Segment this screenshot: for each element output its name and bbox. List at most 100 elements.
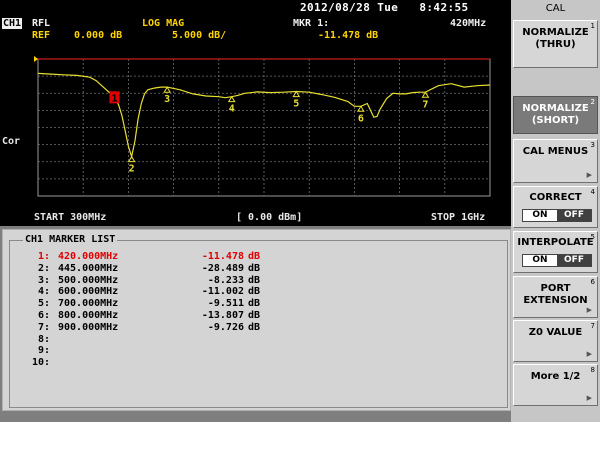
marker-triangle-icon bbox=[292, 90, 301, 98]
channel-label[interactable]: CH1 bbox=[2, 18, 23, 29]
marker-value: -11.478 dB bbox=[318, 30, 379, 41]
marker-list-panel: 1: 420.000MHz -11.478 dB 2: 445.000MHz -28.489… bbox=[2, 229, 511, 411]
on-off-toggle[interactable]: ON OFF bbox=[522, 209, 592, 222]
marker-list-row: 5: 700.000MHz -9.511 dB bbox=[10, 298, 500, 310]
marker-level: -9.511 bbox=[207, 298, 244, 310]
softkey-3[interactable]: CAL MENUS 3 ▶ bbox=[513, 139, 598, 183]
trace-panel: 1 2 3 4 5 6 7 Cor bbox=[0, 44, 511, 224]
trace-marker-3: 3 bbox=[163, 86, 172, 105]
status-bar: 2012/08/28 Tue 8:42:55 bbox=[0, 0, 511, 17]
marker-list-row: 8: bbox=[10, 334, 500, 346]
softkey-4[interactable]: CORRECT 4 ON OFF bbox=[513, 186, 598, 228]
marker-set: 1 2 3 4 5 6 7 bbox=[109, 86, 430, 175]
toggle-on-label: ON bbox=[523, 255, 557, 266]
softkey-8[interactable]: More 1/2 8 ▶ bbox=[513, 364, 598, 406]
trace-header: CH1 RFL LOG MAG MKR 1: 420MHz REF 0.000 … bbox=[0, 17, 511, 44]
marker-number: 7 bbox=[422, 99, 428, 110]
graticule bbox=[37, 58, 491, 197]
softkey-number: 4 bbox=[590, 188, 595, 196]
softkey-label: PORT EXTENSION bbox=[523, 283, 588, 306]
marker-frequency: 700.000MHz bbox=[58, 298, 119, 310]
source-power: [ 0.00 dBm] bbox=[236, 212, 303, 223]
softkey-label: NORMALIZE (THRU) bbox=[522, 27, 589, 50]
softkey-5[interactable]: INTERPOLATE 5 ON OFF bbox=[513, 231, 598, 273]
start-frequency: START 300MHz bbox=[34, 212, 107, 223]
softkey-panel: CAL NORMALIZE (THRU) 1 NORMALIZE (SHORT) 2 C… bbox=[511, 0, 600, 422]
marker-level: -8.233 bbox=[207, 274, 244, 286]
marker-index: 9: bbox=[37, 345, 50, 357]
sweep-footer: START 300MHz [ 0.00 dBm] STOP 1GHz bbox=[0, 212, 511, 226]
softkey-number: 7 bbox=[590, 322, 595, 330]
toggle-off-label: OFF bbox=[557, 255, 591, 266]
marker-level: -11.478 bbox=[201, 251, 244, 262]
marker-number: 1 bbox=[111, 93, 117, 104]
submenu-arrow-icon: ▶ bbox=[586, 350, 592, 358]
softkey-number: 5 bbox=[590, 233, 595, 241]
softkey-label: Z0 VALUE bbox=[528, 327, 583, 338]
reference-label: REF bbox=[32, 30, 51, 41]
softkey-6[interactable]: PORT EXTENSION 6 ▶ bbox=[513, 276, 598, 318]
toggle-off-label: OFF bbox=[557, 210, 591, 221]
marker-frequency: 600.000MHz bbox=[58, 286, 119, 298]
marker-number: 6 bbox=[358, 113, 364, 124]
marker-triangle-icon bbox=[127, 155, 136, 163]
marker-unit: dB bbox=[248, 262, 261, 274]
softkey-2[interactable]: NORMALIZE (SHORT) 2 bbox=[513, 96, 598, 134]
marker-number: 4 bbox=[229, 104, 235, 115]
softkey-7[interactable]: Z0 VALUE 7 ▶ bbox=[513, 320, 598, 362]
format-type-label: RFL bbox=[32, 18, 51, 29]
marker-number: 5 bbox=[293, 99, 299, 110]
marker-index: 5: bbox=[37, 298, 50, 310]
marker-unit: dB bbox=[248, 286, 261, 298]
softkey-menu-title: CAL bbox=[545, 3, 566, 14]
on-off-toggle[interactable]: ON OFF bbox=[522, 254, 592, 267]
marker-list-frame: 1: 420.000MHz -11.478 dB 2: 445.000MHz -28.489… bbox=[9, 240, 508, 408]
marker-level: -9.726 bbox=[207, 321, 244, 333]
marker-level: -28.489 bbox=[201, 262, 244, 274]
stop-frequency: STOP 1GHz bbox=[431, 212, 486, 223]
marker-unit: dB bbox=[248, 298, 261, 310]
marker-index: 3: bbox=[37, 274, 50, 286]
datetime-readout: 2012/08/28 Tue 8:42:55 bbox=[300, 1, 469, 14]
softkey-number: 8 bbox=[590, 366, 595, 374]
marker-index: 10: bbox=[31, 357, 50, 369]
softkey-number: 2 bbox=[590, 98, 595, 106]
analyzer-screen: 2012/08/28 Tue 8:42:55 CH1 RFL LOG MAG M… bbox=[0, 0, 600, 422]
trace-marker-6: 6 bbox=[356, 105, 365, 124]
marker-frequency: 445.000MHz bbox=[58, 262, 119, 274]
marker-number: 3 bbox=[164, 94, 170, 105]
marker-list-row: 4: 600.000MHz -11.002 dB bbox=[10, 286, 500, 298]
marker-list-title: CH1 MARKER LIST bbox=[23, 234, 118, 245]
reference-arrow-icon bbox=[34, 56, 38, 62]
marker-index: 1: bbox=[37, 251, 50, 262]
softkey-label: CAL MENUS bbox=[522, 146, 589, 157]
marker-unit: dB bbox=[248, 251, 261, 262]
marker-list-row: 9: bbox=[10, 345, 500, 357]
marker-frequency: 500.000MHz bbox=[58, 274, 119, 286]
marker-level: -13.807 bbox=[201, 310, 244, 321]
marker-index: 4: bbox=[37, 286, 50, 298]
marker-unit: dB bbox=[248, 321, 261, 333]
marker-frequency: 420MHz bbox=[450, 18, 487, 29]
marker-list-row: 7: 900.000MHz -9.726 dB bbox=[10, 322, 500, 334]
softkey-label: CORRECT bbox=[529, 192, 582, 203]
trace-marker-7: 7 bbox=[421, 91, 430, 110]
marker-unit: dB bbox=[248, 274, 261, 286]
softkey-number: 1 bbox=[590, 22, 595, 30]
trace-marker-2: 2 bbox=[127, 155, 136, 175]
trace-plot: 1 2 3 4 5 6 7 Cor bbox=[2, 56, 491, 197]
softkey-label: INTERPOLATE bbox=[517, 237, 594, 248]
marker-triangle-icon bbox=[356, 105, 365, 112]
softkey-1[interactable]: NORMALIZE (THRU) 1 bbox=[513, 20, 598, 68]
marker-level: -11.002 bbox=[201, 286, 244, 298]
marker-number: 2 bbox=[129, 164, 135, 175]
marker-list-row: 6: 800.000MHz -13.807 dB bbox=[10, 310, 500, 322]
submenu-arrow-icon: ▶ bbox=[586, 394, 592, 402]
softkey-number: 3 bbox=[590, 141, 595, 149]
reference-value: 0.000 dB bbox=[74, 30, 123, 41]
trace-marker-5: 5 bbox=[292, 90, 301, 110]
marker-frequency: 800.000MHz bbox=[58, 310, 119, 321]
marker-frequency: 420.000MHz bbox=[58, 251, 119, 262]
bottom-margin bbox=[0, 422, 600, 450]
marker-list-row: 3: 500.000MHz -8.233 dB bbox=[10, 275, 500, 287]
